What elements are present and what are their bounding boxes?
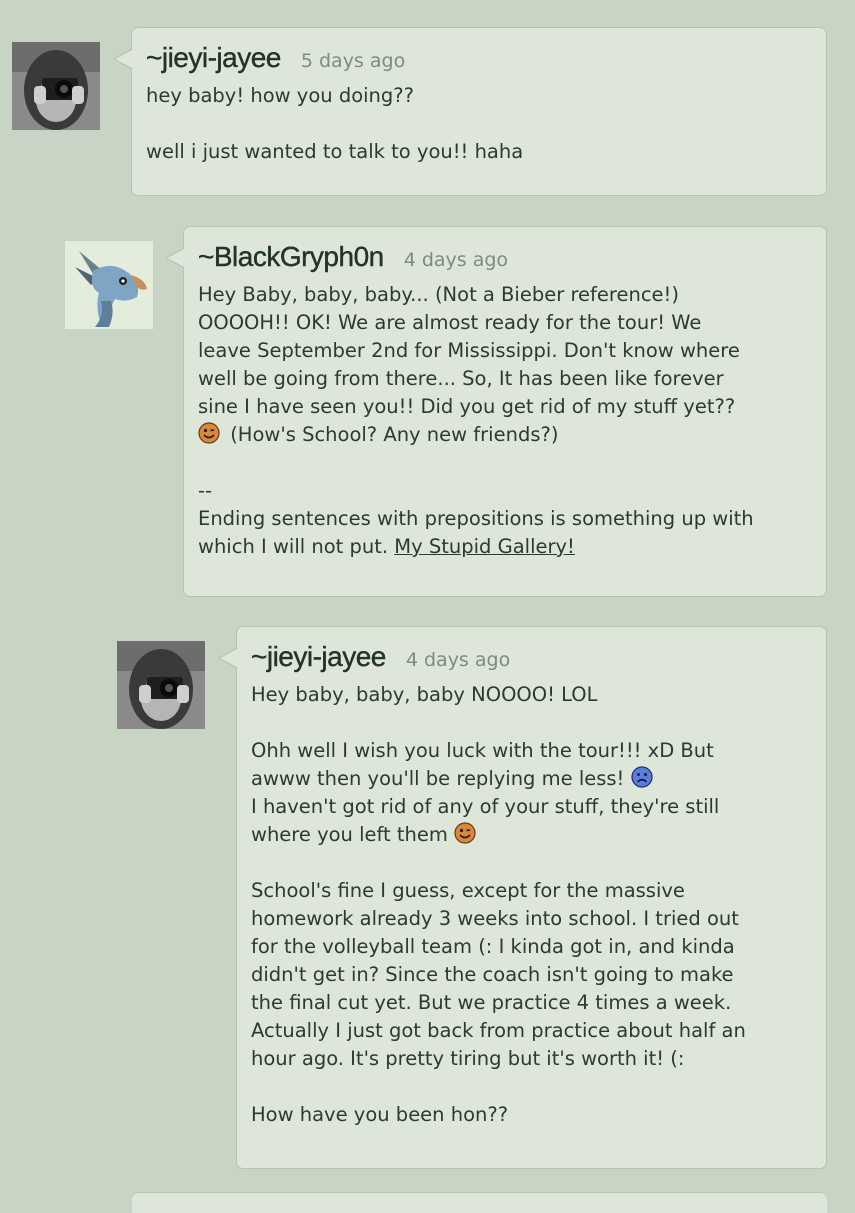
- camera-photo-avatar-image: [12, 42, 100, 130]
- comment-text-line: the final cut yet. But we practice 4 tim…: [251, 991, 732, 1014]
- bubble-pointer-fill: [115, 50, 132, 68]
- wink-smiley-icon: [198, 422, 220, 444]
- timestamp-link[interactable]: 4 days ago: [406, 649, 510, 671]
- sad-smiley-icon: [630, 766, 653, 788]
- comment-body: Hey baby, baby, baby NOOOO! LOL Ohh well…: [251, 681, 812, 1129]
- comment-text-line: awww then you'll be replying me less!: [251, 765, 812, 793]
- comment-header: ~jieyi-jayee 5 days ago: [146, 42, 812, 74]
- username-link[interactable]: ~jieyi-jayee: [146, 42, 282, 74]
- avatar[interactable]: [65, 241, 153, 329]
- comment-text-inline: awww then you'll be replying me less!: [251, 767, 625, 790]
- comment-text-line: hey baby! how you doing??: [146, 84, 414, 107]
- avatar[interactable]: [12, 42, 100, 130]
- comment-header: ~jieyi-jayee 4 days ago: [251, 641, 812, 673]
- comment-text-line: for the volleyball team (: I kinda got i…: [251, 935, 735, 958]
- timestamp-link[interactable]: 5 days ago: [301, 50, 405, 72]
- comment-text-line: OOOOH!! OK! We are almost ready for the …: [198, 311, 702, 334]
- bubble-pointer-fill: [220, 649, 237, 667]
- comment-text-line: hour ago. It's pretty tiring but it's wo…: [251, 1047, 685, 1070]
- comment-text-line: How have you been hon??: [251, 1103, 509, 1126]
- comment-body: hey baby! how you doing?? well i just wa…: [146, 82, 812, 166]
- comment-header: ~BlackGryph0n 4 days ago: [198, 241, 812, 273]
- comment-text-line: School's fine I guess, except for the ma…: [251, 879, 685, 902]
- wink-smiley-icon: [454, 822, 476, 844]
- comment-text-line: homework already 3 weeks into school. I …: [251, 907, 739, 930]
- avatar[interactable]: [117, 641, 205, 729]
- comment-text-line: sine I have seen you!! Did you get rid o…: [198, 395, 736, 418]
- signature-separator: --: [198, 479, 213, 502]
- comment-text-line: Ohh well I wish you luck with the tour!!…: [251, 739, 714, 762]
- comment-text-line: I haven't got rid of any of your stuff, …: [251, 795, 720, 818]
- comment-text-line: well be going from there... So, It has b…: [198, 367, 724, 390]
- comment-bubble: ~jieyi-jayee 4 days ago Hey baby, baby, …: [218, 626, 827, 1169]
- comment-text-inline: (How's School? Any new friends?): [230, 423, 559, 446]
- comment-bubble: ~jieyi-jayee 5 days ago hey baby! how yo…: [113, 27, 827, 196]
- next-comment-bubble-edge: [132, 1192, 827, 1213]
- signature-text: which I will not put. My Stupid Gallery!: [198, 533, 812, 561]
- username-link[interactable]: ~jieyi-jayee: [251, 641, 387, 673]
- timestamp-link[interactable]: 4 days ago: [404, 249, 508, 271]
- comment-text-line: Actually I just got back from practice a…: [251, 1019, 746, 1042]
- comment-text-line: Hey baby, baby, baby NOOOO! LOL: [251, 683, 598, 706]
- comment-text-line: (How's School? Any new friends?): [198, 421, 812, 449]
- gryphon-avatar-image: [65, 241, 153, 329]
- comment-text-line: where you left them: [251, 821, 812, 849]
- comment-text-line: didn't get in? Since the coach isn't goi…: [251, 963, 734, 986]
- signature-text-inline: which I will not put.: [198, 535, 389, 558]
- signature-text: Ending sentences with prepositions is so…: [198, 507, 754, 530]
- comment-text-line: Hey Baby, baby, baby... (Not a Bieber re…: [198, 283, 679, 306]
- gallery-link[interactable]: My Stupid Gallery!: [394, 535, 575, 558]
- comment-text-inline: where you left them: [251, 823, 448, 846]
- comment-text-line: leave September 2nd for Mississippi. Don…: [198, 339, 740, 362]
- comment-body: Hey Baby, baby, baby... (Not a Bieber re…: [198, 281, 812, 561]
- camera-photo-avatar-image: [117, 641, 205, 729]
- username-link[interactable]: ~BlackGryph0n: [198, 241, 385, 273]
- comment-text-line: well i just wanted to talk to you!! haha: [146, 140, 524, 163]
- bubble-pointer-fill: [167, 249, 184, 267]
- comment-bubble: ~BlackGryph0n 4 days ago Hey Baby, baby,…: [165, 226, 827, 597]
